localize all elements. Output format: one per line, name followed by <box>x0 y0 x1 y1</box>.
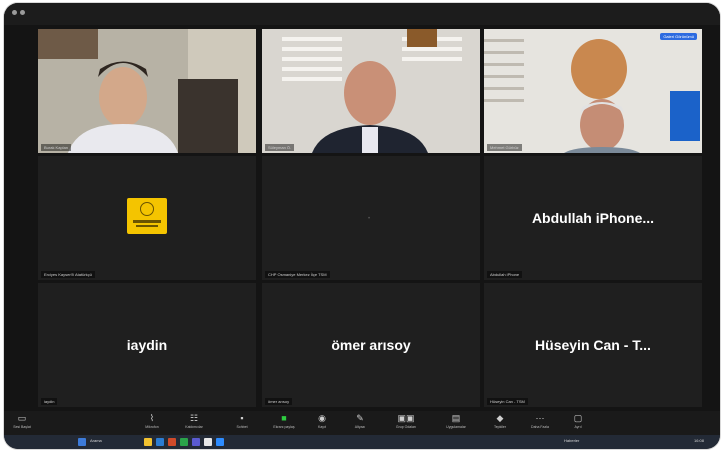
mic-icon: ⌇ <box>149 413 155 423</box>
participant-video-1 <box>38 29 256 153</box>
participant-tile-7[interactable]: iaydin iaydin <box>38 283 256 407</box>
share-screen-icon: ■ <box>281 413 287 423</box>
participant-tile-8[interactable]: ömer arısoy ömer arısoy <box>262 283 480 407</box>
file-explorer-icon[interactable] <box>144 438 152 446</box>
minimize-icon[interactable] <box>20 10 25 15</box>
chat-button[interactable]: ▪ Sohbet <box>224 413 260 433</box>
participant-name: Mehmet Gürbüz <box>487 144 522 151</box>
reactions-icon: ◆ <box>496 413 504 423</box>
taskbar-search[interactable]: Arama <box>90 438 102 443</box>
participant-video-2 <box>262 29 480 153</box>
leave-button[interactable]: ▢ Ayrıl <box>560 413 596 433</box>
captions-icon: ✎ <box>356 413 364 423</box>
share-screen-button[interactable]: ■ Ekranı paylaş <box>266 413 302 433</box>
clock: 16:08 <box>694 438 705 443</box>
participant-tile-6[interactable]: Abdullah iPhone... Abdullah iPhone <box>484 156 702 280</box>
record-button[interactable]: ◉ Kayıt <box>304 413 340 433</box>
office-icon[interactable] <box>168 438 176 446</box>
participant-name: iaydin <box>41 398 58 405</box>
participant-name: Hüseyin Can - TSM <box>487 398 528 405</box>
title-bar <box>4 3 720 25</box>
edge-icon[interactable] <box>156 438 164 446</box>
meeting-toolbar: ▭ Sesi Başlat ⌇ Mikrofon ☷ Katılımcılar ▪ So… <box>4 411 720 435</box>
participant-name: CHP Osmaniye Merkez İlçe TSM <box>265 271 330 278</box>
participant-display-name: Hüseyin Can - T... <box>535 337 651 353</box>
participant-tile-4[interactable]: Erciyes Kayseri'li Atatürkçü <box>38 156 256 280</box>
reactions-button[interactable]: ◆ Tepkiler <box>482 413 518 433</box>
participants-icon: ☷ <box>189 413 199 423</box>
participant-display-name: iaydin <box>126 337 168 353</box>
zoom-window: Burak Kaplan Süleyman Ö. Galeri Görünümü… <box>4 3 720 449</box>
participant-tile-9[interactable]: Hüseyin Can - T... Hüseyin Can - TSM <box>484 283 702 407</box>
more-button[interactable]: ⋯ Daha Fazla <box>522 413 558 433</box>
mic-button[interactable]: ⌇ Mikrofon <box>134 413 170 433</box>
chrome-icon[interactable] <box>204 438 212 446</box>
weather-widget[interactable]: Haberler <box>564 438 579 443</box>
close-icon[interactable] <box>12 10 17 15</box>
os-taskbar: Arama Haberler 16:08 <box>4 435 720 449</box>
teams-icon[interactable] <box>192 438 200 446</box>
record-icon: ◉ <box>318 413 326 423</box>
apps-icon: ▤ <box>451 413 461 423</box>
participant-tile-1[interactable]: Burak Kaplan <box>38 29 256 153</box>
participant-name: Burak Kaplan <box>41 144 72 151</box>
breakout-icon: ▣▣ <box>397 413 415 423</box>
chat-icon: ▪ <box>240 413 244 423</box>
participant-tile-3[interactable]: Galeri Görünümü Mehmet Gürbüz <box>484 29 702 153</box>
start-icon[interactable] <box>78 438 86 446</box>
camera-icon: ▭ <box>17 413 27 423</box>
participant-name: Erciyes Kayseri'li Atatürkçü <box>41 271 95 278</box>
participant-name: Süleyman Ö. <box>265 144 295 151</box>
participant-display-name: Abdullah iPhone... <box>531 210 655 226</box>
placeholder-dot: • <box>368 216 371 222</box>
excel-icon[interactable] <box>180 438 188 446</box>
zoom-icon[interactable] <box>216 438 224 446</box>
captions-button[interactable]: ✎ Altyazı <box>342 413 378 433</box>
participant-tile-5[interactable]: • CHP Osmaniye Merkez İlçe TSM <box>262 156 480 280</box>
participant-name: ömer arısoy <box>265 398 293 405</box>
participant-display-name: ömer arısoy <box>331 337 411 353</box>
breakout-button[interactable]: ▣▣ Grup Odaları <box>388 413 424 433</box>
gallery-grid: Burak Kaplan Süleyman Ö. Galeri Görünümü… <box>38 29 702 407</box>
leave-icon: ▢ <box>573 413 583 423</box>
organization-logo <box>127 198 167 234</box>
participant-name: Abdullah iPhone <box>487 271 523 278</box>
start-video-button[interactable]: ▭ Sesi Başlat <box>4 413 40 433</box>
participant-video-3 <box>484 29 702 153</box>
gallery-view-button[interactable]: Galeri Görünümü <box>660 33 697 40</box>
apps-button[interactable]: ▤ Uygulamalar <box>438 413 474 433</box>
more-icon: ⋯ <box>535 413 545 423</box>
participants-button[interactable]: ☷ Katılımcılar <box>176 413 212 433</box>
participant-tile-2[interactable]: Süleyman Ö. <box>262 29 480 153</box>
